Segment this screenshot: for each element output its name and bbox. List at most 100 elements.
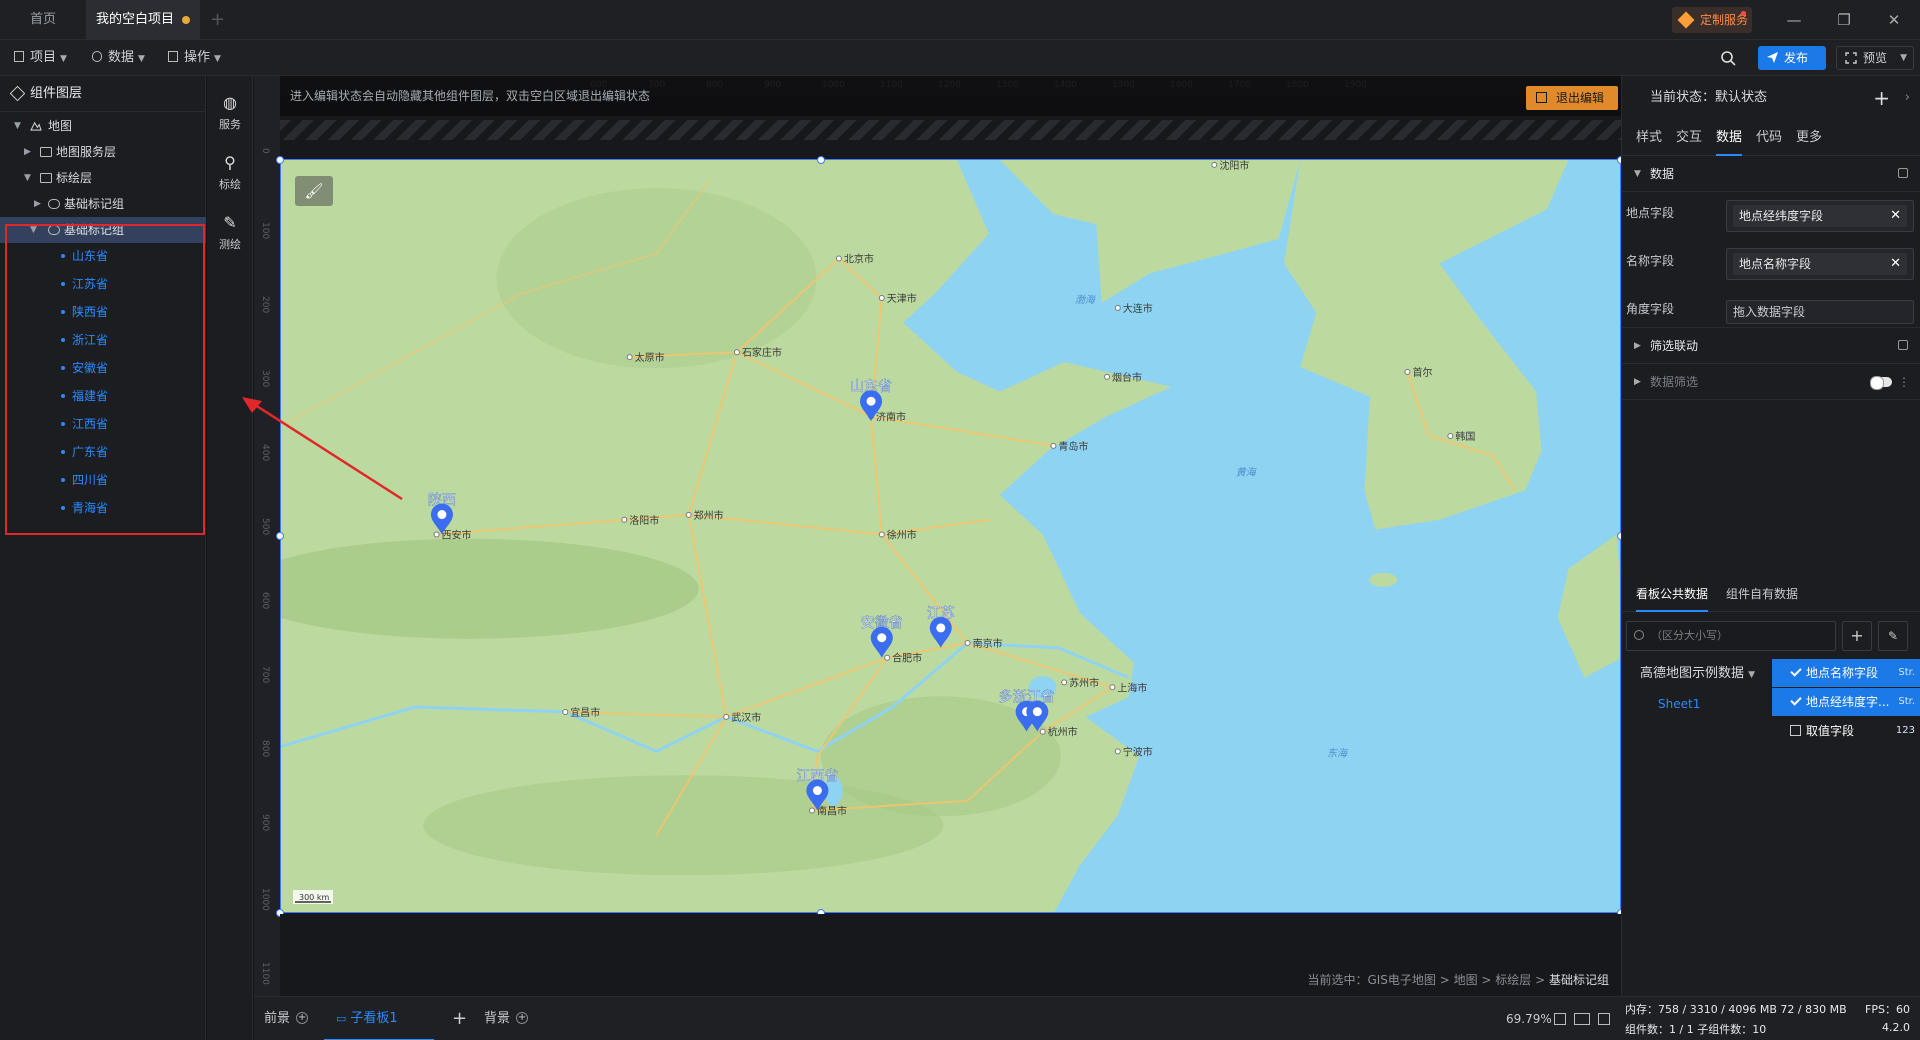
tree-leaf[interactable]: 山东省 (0, 243, 206, 269)
caret-right-icon[interactable]: ▶ (24, 139, 31, 165)
keyboard-icon[interactable] (1574, 1013, 1590, 1025)
menu-operation[interactable]: 操作 ▼ (168, 40, 221, 76)
tab-public-data[interactable]: 看板公共数据 (1636, 576, 1709, 612)
more-icon[interactable]: ⋮ (1898, 364, 1910, 400)
custom-service-button[interactable]: 定制服务 (1672, 7, 1752, 33)
tab-foreground[interactable]: 前景 + (264, 997, 309, 1040)
angle-field-drop[interactable]: 拖入数据字段 (1726, 300, 1914, 324)
lock-icon[interactable] (1898, 168, 1908, 178)
data-column[interactable]: 地点名称字段 Str. (1772, 659, 1920, 687)
map-component[interactable]: 北京市 天津市 石家庄市 太原市 济南市 青岛市 郑州市 西安市 南京市 合肥市 武汉市 上海市 杭州市… (280, 159, 1621, 913)
add-board-icon[interactable]: + (452, 997, 467, 1040)
add-source-button[interactable]: + (1842, 621, 1872, 651)
measure-tool[interactable]: ✎ 测绘 (207, 206, 253, 256)
tree-leaf[interactable]: 陕西省 (0, 299, 206, 325)
preview-button[interactable]: 预览 ▼ (1836, 46, 1914, 70)
tree-node-service-layer[interactable]: ▶ 地图服务层 (0, 139, 206, 165)
fullscreen-icon (1845, 52, 1857, 64)
caret-down-icon[interactable]: ▼ (30, 217, 37, 243)
data-filter-section[interactable]: ▶ 数据筛选 ⋮ (1622, 364, 1920, 400)
data-filter-toggle[interactable] (1870, 376, 1892, 390)
field-chip[interactable]: 地点经纬度字段 ✕ (1733, 205, 1907, 227)
tab-project[interactable]: 我的空白项目 (86, 0, 200, 40)
zoom-level[interactable]: 69.79% (1506, 997, 1552, 1040)
tree-leaf[interactable]: 四川省 (0, 467, 206, 493)
tree-leaf[interactable]: 广东省 (0, 439, 206, 465)
restore-icon[interactable]: ❐ (1822, 0, 1866, 40)
location-field: 地点字段 地点经纬度字段 ✕ (1622, 192, 1920, 240)
tree-node-map[interactable]: ▼ 地图 (0, 113, 206, 139)
remove-icon[interactable]: ✕ (1890, 253, 1901, 275)
map-svg[interactable]: 北京市天津市石家庄市 太原市济南市青岛市郑州市西安市南京市合肥市武汉市 上海市杭州市… (281, 160, 1621, 913)
checkbox-icon[interactable] (1790, 667, 1801, 678)
caret-down-icon[interactable]: ▼ (14, 113, 21, 139)
data-column[interactable]: 取值字段 123 (1772, 717, 1920, 745)
edit-source-button[interactable]: ✎ (1878, 621, 1908, 651)
tree-leaf[interactable]: 安徽省 (0, 355, 206, 381)
data-column[interactable]: 地点经纬度字... Str. (1772, 688, 1920, 716)
tab-more[interactable]: 更多 (1796, 120, 1822, 156)
plus-circle-icon[interactable]: + (516, 1012, 529, 1024)
tree-node-draw-layer[interactable]: ▼ 标绘层 (0, 165, 206, 191)
menu-project[interactable]: 项目 ▼ (14, 40, 67, 76)
tab-own-data[interactable]: 组件自有数据 (1726, 576, 1798, 612)
fit-icon[interactable] (1554, 1013, 1566, 1025)
chevron-down-icon[interactable]: ▼ (1900, 47, 1907, 69)
tab-interaction[interactable]: 交互 (1676, 120, 1702, 156)
add-tab-icon[interactable]: + (210, 9, 225, 30)
remove-icon[interactable]: ✕ (1890, 205, 1901, 227)
mark-tool[interactable]: ⚲ 标绘 (207, 146, 253, 196)
field-search-input[interactable]: （区分大小写） (1626, 621, 1836, 651)
tree-leaf[interactable]: 江苏省 (0, 271, 206, 297)
city-dot (1114, 748, 1121, 755)
exit-edit-button[interactable]: 退出编辑 (1526, 86, 1618, 110)
tab-subboard[interactable]: ▭ 子看板1 (324, 997, 434, 1040)
checkbox-icon[interactable] (1790, 725, 1801, 736)
caret-down-icon[interactable]: ▼ (24, 165, 31, 191)
caret-right-icon: ▶ (1634, 341, 1641, 351)
source-item[interactable]: 高德地图示例数据 ▼ (1622, 659, 1772, 689)
search-icon[interactable] (1720, 50, 1736, 66)
tree-leaf[interactable]: 浙江省 (0, 327, 206, 353)
tab-code[interactable]: 代码 (1756, 120, 1782, 156)
tree-node-marker-group-selected[interactable]: ▼ 基础标记组 (0, 217, 206, 243)
chevron-down-icon[interactable]: ▼ (1748, 670, 1755, 680)
field-chip[interactable]: 地点名称字段 ✕ (1733, 253, 1907, 275)
resize-handle-left[interactable] (276, 532, 284, 540)
lock-icon[interactable] (1898, 340, 1908, 350)
resize-handle-top-left[interactable] (276, 156, 284, 164)
sheet-item[interactable]: Sheet1 (1622, 689, 1772, 719)
tree-leaf[interactable]: 青海省 (0, 495, 206, 521)
location-field-drop[interactable]: 地点经纬度字段 ✕ (1726, 200, 1914, 232)
tab-data[interactable]: 数据 (1716, 120, 1743, 156)
filter-link-section[interactable]: ▶ 筛选联动 (1622, 328, 1920, 364)
tool-strip: ◍ 服务 ⚲ 标绘 ✎ 测绘 (207, 76, 253, 1040)
canvas-area[interactable]: 6007008009001000110012001300140015001600… (254, 76, 1621, 996)
minimize-icon[interactable]: — (1772, 0, 1816, 40)
brush-button[interactable]: 🖌 (295, 176, 333, 206)
chevron-right-icon[interactable]: › (1905, 76, 1910, 120)
data-section-header[interactable]: ▼ 数据 (1622, 156, 1920, 192)
chevron-down-icon: ▼ (60, 54, 67, 64)
resize-handle-top[interactable] (817, 156, 825, 164)
menu-project-label: 项目 (30, 50, 57, 65)
tab-background[interactable]: 背景 + (484, 997, 529, 1040)
menu-data[interactable]: 数据 ▼ (92, 40, 145, 76)
terminal-icon[interactable] (1598, 1013, 1610, 1025)
checkbox-icon[interactable] (1790, 696, 1801, 707)
close-icon[interactable]: ✕ (1872, 0, 1916, 40)
plus-circle-icon[interactable]: + (296, 1012, 309, 1024)
name-field-drop[interactable]: 地点名称字段 ✕ (1726, 248, 1914, 280)
tab-home[interactable]: 首页 (0, 0, 86, 40)
tree-leaf[interactable]: 江西省 (0, 411, 206, 437)
tab-style[interactable]: 样式 (1636, 120, 1662, 156)
tree-leaf[interactable]: 福建省 (0, 383, 206, 409)
service-tool[interactable]: ◍ 服务 (207, 86, 253, 136)
caret-right-icon[interactable]: ▶ (34, 191, 41, 217)
publish-button[interactable]: 发布 (1758, 46, 1826, 70)
city-label: 苏州市 (1069, 676, 1099, 689)
add-state-icon[interactable]: + (1873, 76, 1890, 120)
gem-icon (1677, 11, 1695, 29)
tree-node-marker-group[interactable]: ▶ 基础标记组 (0, 191, 206, 217)
pin-icon: ⚲ (224, 153, 236, 172)
